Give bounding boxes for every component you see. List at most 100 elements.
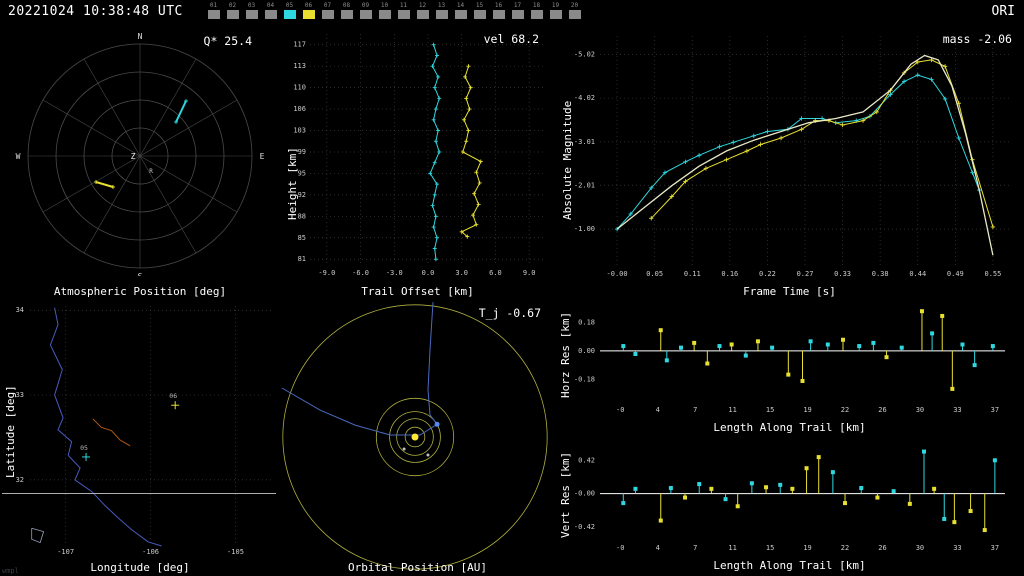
svg-text:7: 7 [693,544,697,552]
svg-text:N: N [138,32,143,41]
svg-text:30: 30 [916,544,924,552]
panel-horizontal-residuals: 0.18 0.00 -0.18 -0 4 7 11 15 19 22 26 30 33 37 Horz R… [555,300,1024,438]
svg-text:0.0: 0.0 [422,269,435,277]
station-indicator-16[interactable]: 16 [489,2,508,22]
panel-light-curve: -0.00 0.05 0.11 0.16 0.22 0.27 0.33 0.38 0.44 0.4… [555,24,1024,300]
station-state-box [492,10,505,19]
station-number: 17 [513,2,522,9]
svg-text:15: 15 [766,544,774,552]
station-state-box [530,10,543,19]
station-state-box [283,10,296,19]
station-number: 15 [475,2,484,9]
station-indicator-05[interactable]: 05 [280,2,299,22]
station-indicator-19[interactable]: 19 [546,2,565,22]
station-state-box [302,10,315,19]
svg-text:6.0: 6.0 [489,269,502,277]
svg-text:3.0: 3.0 [455,269,468,277]
meteoroid-orbit [281,302,438,436]
svg-text:33: 33 [953,406,961,414]
terrain-line [92,418,131,447]
residual-stems [621,309,995,391]
horz-res-axis-label: Horz Res [km] [559,311,572,398]
map-station-06: 06 [169,392,180,410]
height-profile-plot: -9.0 -6.0 -3.0 0.0 3.0 6.0 9.01171131101061039… [293,34,546,277]
svg-text:0.55: 0.55 [984,270,1001,278]
station-indicator-04[interactable]: 04 [261,2,280,22]
svg-text:0.11: 0.11 [684,270,701,278]
station-number: 10 [380,2,389,9]
grid [310,34,546,264]
panel-vertical-residuals: 0.42 -0.00 -0.42 -0 4 7 11 15 19 22 26 30 33 37 Vert … [555,438,1024,576]
svg-text:-3.0: -3.0 [386,269,403,277]
svg-text:-0.18: -0.18 [574,375,595,383]
station-indicator-13[interactable]: 13 [432,2,451,22]
panel-atmospheric-position: N E S W Z R Q* 25.4 Atmospheric Position [deg… [0,24,280,300]
station-indicator-14[interactable]: 14 [451,2,470,22]
residual-stems [621,449,997,533]
svg-text:R: R [149,168,153,175]
station-number: 16 [494,2,503,9]
station-number: 19 [551,2,560,9]
trail-offset-caption: Trail Offset [km] [361,285,474,298]
station-state-box [378,10,391,19]
station-indicator-18[interactable]: 18 [527,2,546,22]
station-indicator-01[interactable]: 01 [204,2,223,22]
vertical-residuals-plot: 0.42 -0.00 -0.42 -0 4 7 11 15 19 22 26 30 33 37 [574,449,1005,552]
svg-text:4: 4 [656,406,660,414]
orbital-position-caption: Orbital Position [AU] [347,561,488,574]
vert-res-axis-label: Vert Res [km] [559,451,572,538]
station-number: 12 [418,2,427,9]
lightcurve-fit [616,54,994,256]
station-state-box [245,10,258,19]
svg-text:-107: -107 [57,548,74,556]
svg-text:0.33: 0.33 [834,270,851,278]
station-indicator-20[interactable]: 20 [565,2,584,22]
svg-text:33: 33 [953,544,961,552]
station-state-box [397,10,410,19]
svg-text:-0: -0 [616,406,624,414]
svg-text:0.18: 0.18 [578,318,595,326]
frame-time-caption: Frame Time [s] [743,285,836,298]
station-number: 09 [361,2,370,9]
station-indicator-02[interactable]: 02 [223,2,242,22]
station-indicator-09[interactable]: 09 [356,2,375,22]
svg-text:0.42: 0.42 [578,456,595,464]
svg-text:05: 05 [80,444,88,452]
watermark: wmpl [2,567,19,575]
svg-text:-6.0: -6.0 [352,269,369,277]
station-number: 07 [323,2,332,9]
station-state-box [226,10,239,19]
station-indicator-08[interactable]: 08 [337,2,356,22]
svg-text:34: 34 [16,306,24,314]
station-indicator-17[interactable]: 17 [508,2,527,22]
station-indicator-03[interactable]: 03 [242,2,261,22]
svg-text:9.0: 9.0 [523,269,536,277]
panel-orbital-position: T_j -0.67 Orbital Position [AU] [280,300,555,576]
coastline [49,307,162,547]
svg-text:0.05: 0.05 [646,270,663,278]
station-state-box [207,10,220,19]
station-indicator-07[interactable]: 07 [318,2,337,22]
polar-grid [27,43,253,269]
station-number: 03 [247,2,256,9]
station-indicator-15[interactable]: 15 [470,2,489,22]
horz-length-caption: Length Along Trail [km] [713,421,866,434]
svg-text:-0: -0 [616,544,624,552]
svg-text:Z: Z [131,152,136,161]
meteor-trajectory-app: 20221024 10:38:48 UTC 01 02 03 04 05 06 07 08 09… [0,0,1024,576]
station-indicator-12[interactable]: 12 [413,2,432,22]
atmospheric-position-caption: Atmospheric Position [deg] [53,285,227,298]
station-number: 04 [266,2,275,9]
svg-text:0.00: 0.00 [578,347,595,355]
latitude-axis-label: Latitude [deg] [4,385,17,478]
velocity-value: vel 68.2 [483,32,539,46]
station-indicator-10[interactable]: 10 [375,2,394,22]
station-indicator-11[interactable]: 11 [394,2,413,22]
station-state-box [340,10,353,19]
top-status-bar: 20221024 10:38:48 UTC 01 02 03 04 05 06 07 08 09… [0,0,1024,24]
grid [30,306,272,546]
svg-text:11: 11 [728,544,736,552]
station-indicator-06[interactable]: 06 [299,2,318,22]
svg-text:0.49: 0.49 [947,270,964,278]
station-state-box [511,10,524,19]
